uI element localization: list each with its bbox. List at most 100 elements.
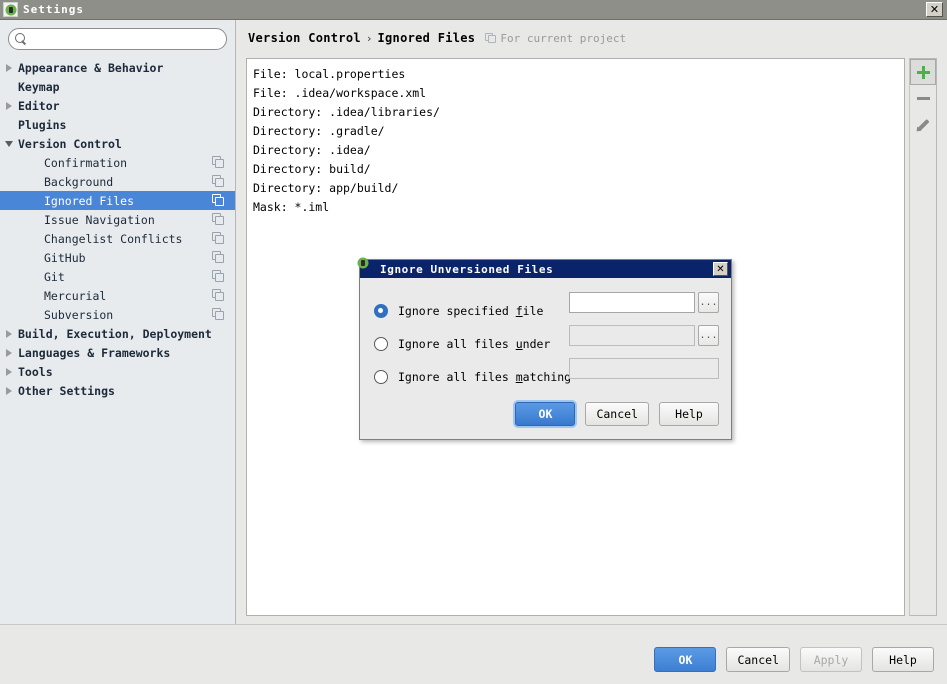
sidebar-item-build-execution-deployment[interactable]: Build, Execution, Deployment <box>0 324 235 343</box>
radio-ignore-all-files-under[interactable] <box>374 336 388 351</box>
list-item[interactable]: File: local.properties <box>253 65 904 84</box>
list-item[interactable]: File: .idea/workspace.xml <box>253 84 904 103</box>
ok-button[interactable]: OK <box>654 647 717 672</box>
sidebar-item-label: Mercurial <box>44 288 107 303</box>
list-item[interactable]: Directory: app/build/ <box>253 179 904 198</box>
sidebar-item-other-settings[interactable]: Other Settings <box>0 381 235 400</box>
breadcrumb-note: For current project <box>500 31 627 45</box>
sidebar-item-label: Plugins <box>18 117 67 132</box>
sidebar-item-background[interactable]: Background <box>0 172 235 191</box>
plus-icon <box>916 65 930 79</box>
sidebar-item-git[interactable]: Git <box>0 267 235 286</box>
sidebar-item-label: Editor <box>18 98 60 113</box>
window-title: Settings <box>23 3 84 16</box>
cancel-button[interactable]: Cancel <box>726 647 790 672</box>
sidebar-item-changelist-conflicts[interactable]: Changelist Conflicts <box>0 229 235 248</box>
help-button[interactable]: Help <box>872 647 934 672</box>
copy-icon <box>212 232 225 245</box>
chevron-right-icon[interactable] <box>0 329 18 338</box>
settings-sidebar: Appearance & Behavior Keymap Editor Plugins… <box>0 20 236 624</box>
sidebar-item-label: Languages & Frameworks <box>18 345 171 360</box>
input-all-files-under <box>569 325 695 346</box>
sidebar-item-label: GitHub <box>44 250 86 265</box>
sidebar-item-version-control[interactable]: Version Control <box>0 134 235 153</box>
chevron-right-icon[interactable] <box>0 386 18 395</box>
dialog-help-button[interactable]: Help <box>659 402 719 426</box>
add-button[interactable] <box>910 59 936 85</box>
sidebar-item-plugins[interactable]: Plugins <box>0 115 235 134</box>
sidebar-item-confirmation[interactable]: Confirmation <box>0 153 235 172</box>
label-ignore-all-files-matching: Ignore all files matching <box>398 369 572 384</box>
sidebar-item-label: Changelist Conflicts <box>44 231 183 246</box>
radio-ignore-specified-file[interactable] <box>374 303 388 318</box>
label-ignore-specified-file: Ignore specified file <box>398 303 544 318</box>
dialog-footer: OK Cancel Apply Help <box>0 624 947 680</box>
ignore-unversioned-files-dialog: Ignore Unversioned Files ✕ Ignore specif… <box>359 259 732 440</box>
sidebar-item-issue-navigation[interactable]: Issue Navigation <box>0 210 235 229</box>
sidebar-item-label: Keymap <box>18 79 60 94</box>
list-toolbar <box>909 58 937 616</box>
sidebar-item-languages-frameworks[interactable]: Languages & Frameworks <box>0 343 235 362</box>
sidebar-item-label: Background <box>44 174 114 189</box>
page-title: Ignored Files <box>377 31 476 45</box>
browse-specified-file-button[interactable]: ... <box>698 292 719 313</box>
sidebar-item-label: Issue Navigation <box>44 212 155 227</box>
search-box[interactable] <box>8 28 227 50</box>
sidebar-item-label: Version Control <box>18 136 122 151</box>
copy-icon <box>485 32 496 44</box>
edit-button[interactable] <box>910 111 936 137</box>
dialog-cancel-button[interactable]: Cancel <box>585 402 649 426</box>
apply-button: Apply <box>800 647 862 672</box>
search-wrapper <box>0 20 235 56</box>
sidebar-item-label: Other Settings <box>18 383 115 398</box>
sidebar-item-keymap[interactable]: Keymap <box>0 77 235 96</box>
breadcrumb-section[interactable]: Version Control <box>248 31 361 45</box>
copy-icon <box>212 156 225 169</box>
dialog-ok-button[interactable]: OK <box>515 402 576 426</box>
chevron-down-icon[interactable] <box>0 140 18 147</box>
sidebar-item-label: Confirmation <box>44 155 128 170</box>
chevron-right-icon[interactable] <box>0 63 18 72</box>
footer-buttons: OK Cancel Apply Help <box>654 647 934 672</box>
pencil-icon <box>916 117 930 131</box>
list-item[interactable]: Directory: build/ <box>253 160 904 179</box>
breadcrumb: Version Control › Ignored Files For curr… <box>248 31 626 45</box>
chevron-right-icon[interactable] <box>0 367 18 376</box>
sidebar-item-label: Build, Execution, Deployment <box>18 326 212 341</box>
copy-icon <box>212 213 225 226</box>
sidebar-item-label: Subversion <box>44 307 114 322</box>
sidebar-item-subversion[interactable]: Subversion <box>0 305 235 324</box>
settings-tree: Appearance & Behavior Keymap Editor Plugins… <box>0 58 235 400</box>
list-item[interactable]: Directory: .idea/libraries/ <box>253 103 904 122</box>
sidebar-item-label: Git <box>44 269 65 284</box>
copy-icon <box>212 194 225 207</box>
input-specified-file[interactable] <box>569 292 695 313</box>
sidebar-item-github[interactable]: GitHub <box>0 248 235 267</box>
sidebar-item-tools[interactable]: Tools <box>0 362 235 381</box>
browse-all-files-under-button: ... <box>698 325 719 346</box>
dialog-title: Ignore Unversioned Files <box>380 262 554 276</box>
close-icon[interactable]: ✕ <box>926 2 943 17</box>
label-ignore-all-files-under: Ignore all files under <box>398 336 551 351</box>
copy-icon <box>212 289 225 302</box>
search-icon <box>15 33 27 45</box>
copy-icon <box>212 175 225 188</box>
remove-button[interactable] <box>910 85 936 111</box>
radio-ignore-all-files-matching[interactable] <box>374 369 388 384</box>
search-input[interactable] <box>31 30 226 48</box>
chevron-right-icon[interactable] <box>0 101 18 110</box>
list-item[interactable]: Directory: .idea/ <box>253 141 904 160</box>
minus-icon <box>916 96 930 100</box>
list-item[interactable]: Directory: .gradle/ <box>253 122 904 141</box>
sidebar-item-editor[interactable]: Editor <box>0 96 235 115</box>
sidebar-item-mercurial[interactable]: Mercurial <box>0 286 235 305</box>
list-item[interactable]: Mask: *.iml <box>253 198 904 217</box>
sidebar-item-ignored-files[interactable]: Ignored Files <box>0 191 235 210</box>
sidebar-item-label: Ignored Files <box>44 193 135 208</box>
sidebar-item-label: Appearance & Behavior <box>18 60 164 75</box>
input-all-files-matching <box>569 358 719 379</box>
sidebar-item-appearance-behavior[interactable]: Appearance & Behavior <box>0 58 235 77</box>
close-icon[interactable]: ✕ <box>713 262 728 276</box>
dialog-titlebar: Ignore Unversioned Files ✕ <box>360 260 731 278</box>
chevron-right-icon[interactable] <box>0 348 18 357</box>
